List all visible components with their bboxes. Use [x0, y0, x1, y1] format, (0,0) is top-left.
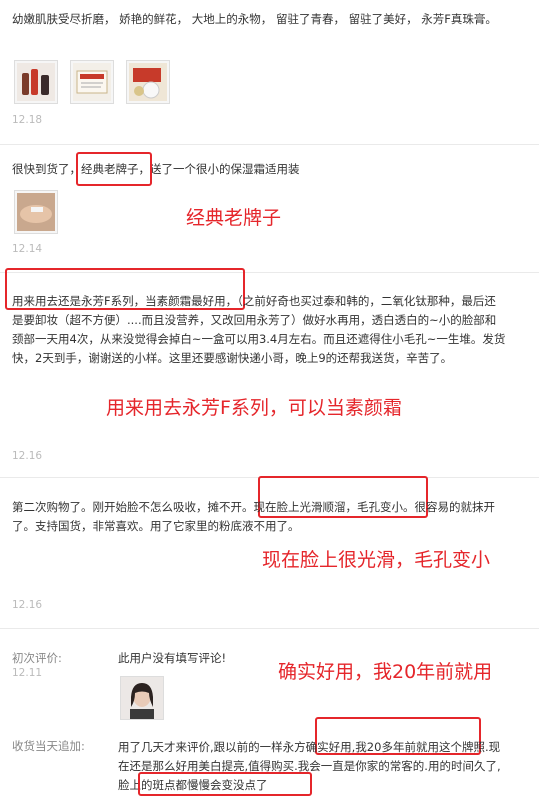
annotation-yongfang-f-series: 用来用去永芳F系列，可以当素颜霜	[106, 397, 402, 419]
initial-review-date: 12.11	[12, 667, 43, 679]
review-photo-4[interactable]	[14, 190, 58, 234]
review-4-text: 第二次购物了。刚开始脸不怎么吸收，摊不开。现在脸上光滑顺溜，毛孔变小。很容易的就…	[12, 500, 495, 533]
initial-review-label: 初次评价:	[12, 651, 62, 665]
highlight-box	[76, 152, 152, 186]
review-3-text: 用来用去还是永芳F系列，当素颜霜最好用，（之前好奇也买过泰和韩的，二氧化钛那种，…	[12, 294, 506, 365]
user-avatar[interactable]	[120, 676, 164, 720]
followup-review-label: 收货当天追加:	[12, 739, 85, 753]
initial-review-text: 此用户没有填写评论!	[118, 651, 227, 665]
review-photo-1[interactable]	[14, 60, 58, 104]
review-1-text: 幼嫩肌肤受尽折磨， 娇艳的鲜花， 大地上的永物， 留驻了青春， 留驻了美好， 永…	[12, 12, 497, 26]
divider	[0, 628, 539, 629]
highlight-box	[138, 772, 312, 796]
review-photo-3[interactable]	[126, 60, 170, 104]
review-photo-2[interactable]	[70, 60, 114, 104]
review-4-date: 12.16	[12, 599, 43, 611]
annotation-classic-brand: 经典老牌子	[186, 207, 282, 229]
review-1-date: 12.18	[12, 114, 43, 126]
annotation-used-20-years: 确实好用，我20年前就用	[278, 661, 493, 683]
review-2-date: 12.14	[12, 243, 43, 255]
divider	[0, 144, 539, 145]
annotation-smooth-skin: 现在脸上很光滑，毛孔变小	[262, 549, 491, 571]
review-3-date: 12.16	[12, 450, 43, 462]
